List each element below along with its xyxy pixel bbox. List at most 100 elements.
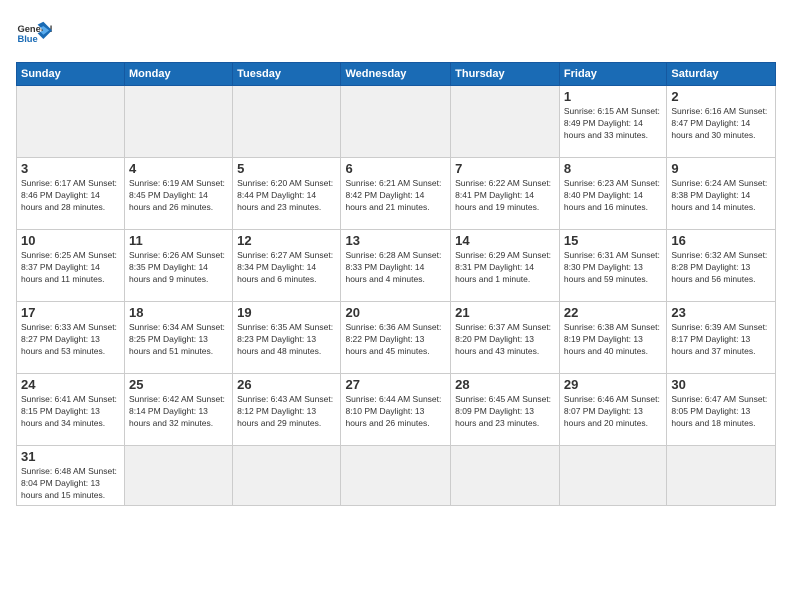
logo: General Blue — [16, 16, 52, 52]
calendar-cell: 21Sunrise: 6:37 AM Sunset: 8:20 PM Dayli… — [451, 302, 560, 374]
day-info: Sunrise: 6:37 AM Sunset: 8:20 PM Dayligh… — [455, 322, 555, 358]
calendar-cell — [559, 446, 666, 506]
day-number: 1 — [564, 89, 662, 104]
day-info: Sunrise: 6:48 AM Sunset: 8:04 PM Dayligh… — [21, 466, 120, 502]
day-number: 17 — [21, 305, 120, 320]
calendar-cell: 24Sunrise: 6:41 AM Sunset: 8:15 PM Dayli… — [17, 374, 125, 446]
calendar-cell: 16 Sunrise: 6:32 AM Sunset: 8:28 PM Dayli… — [667, 230, 776, 302]
calendar-cell: 7 Sunrise: 6:22 AM Sunset: 8:41 PM Daylig… — [451, 158, 560, 230]
day-number: 13 — [345, 233, 446, 248]
day-info: Sunrise: 6:19 AM Sunset: 8:45 PM Dayligh… — [129, 178, 228, 214]
col-header-friday: Friday — [559, 63, 666, 86]
day-info: Sunrise: 6:31 AM Sunset: 8:30 PM Dayligh… — [564, 250, 662, 286]
calendar-cell — [125, 446, 233, 506]
calendar-table: SundayMondayTuesdayWednesdayThursdayFrid… — [16, 62, 776, 506]
calendar-cell: 10Sunrise: 6:25 AM Sunset: 8:37 PM Dayli… — [17, 230, 125, 302]
calendar-cell: 19Sunrise: 6:35 AM Sunset: 8:23 PM Dayli… — [233, 302, 341, 374]
calendar-cell: 20 Sunrise: 6:36 AM Sunset: 8:22 PM Dayli… — [341, 302, 451, 374]
calendar-cell: 22 Sunrise: 6:38 AM Sunset: 8:19 PM Dayli… — [559, 302, 666, 374]
day-number: 27 — [345, 377, 446, 392]
day-number: 28 — [455, 377, 555, 392]
calendar-cell: 15 Sunrise: 6:31 AM Sunset: 8:30 PM Dayli… — [559, 230, 666, 302]
calendar-cell — [341, 446, 451, 506]
day-info: Sunrise: 6:46 AM Sunset: 8:07 PM Dayligh… — [564, 394, 662, 430]
day-info: Sunrise: 6:22 AM Sunset: 8:41 PM Dayligh… — [455, 178, 555, 214]
calendar-week-row-4: 24Sunrise: 6:41 AM Sunset: 8:15 PM Dayli… — [17, 374, 776, 446]
calendar-cell: 27Sunrise: 6:44 AM Sunset: 8:10 PM Dayli… — [341, 374, 451, 446]
calendar-cell: 6Sunrise: 6:21 AM Sunset: 8:42 PM Daylig… — [341, 158, 451, 230]
calendar-week-row-5: 31 Sunrise: 6:48 AM Sunset: 8:04 PM Dayli… — [17, 446, 776, 506]
calendar-cell: 30Sunrise: 6:47 AM Sunset: 8:05 PM Dayli… — [667, 374, 776, 446]
day-info: Sunrise: 6:36 AM Sunset: 8:22 PM Dayligh… — [345, 322, 446, 358]
day-info: Sunrise: 6:35 AM Sunset: 8:23 PM Dayligh… — [237, 322, 336, 358]
day-info: Sunrise: 6:34 AM Sunset: 8:25 PM Dayligh… — [129, 322, 228, 358]
day-info: Sunrise: 6:32 AM Sunset: 8:28 PM Dayligh… — [671, 250, 771, 286]
col-header-thursday: Thursday — [451, 63, 560, 86]
day-info: Sunrise: 6:23 AM Sunset: 8:40 PM Dayligh… — [564, 178, 662, 214]
day-number: 2 — [671, 89, 771, 104]
day-number: 16 — [671, 233, 771, 248]
day-number: 22 — [564, 305, 662, 320]
calendar-cell: 13 Sunrise: 6:28 AM Sunset: 8:33 PM Dayli… — [341, 230, 451, 302]
col-header-wednesday: Wednesday — [341, 63, 451, 86]
day-number: 11 — [129, 233, 228, 248]
calendar-cell — [451, 446, 560, 506]
calendar-week-row-0: 1 Sunrise: 6:15 AM Sunset: 8:49 PM Daylig… — [17, 86, 776, 158]
calendar-cell: 9Sunrise: 6:24 AM Sunset: 8:38 PM Daylig… — [667, 158, 776, 230]
calendar-cell: 11 Sunrise: 6:26 AM Sunset: 8:35 PM Dayli… — [125, 230, 233, 302]
day-info: Sunrise: 6:15 AM Sunset: 8:49 PM Dayligh… — [564, 106, 662, 142]
svg-text:Blue: Blue — [17, 34, 37, 44]
calendar-cell: 29 Sunrise: 6:46 AM Sunset: 8:07 PM Dayli… — [559, 374, 666, 446]
day-info: Sunrise: 6:42 AM Sunset: 8:14 PM Dayligh… — [129, 394, 228, 430]
calendar-cell: 23 Sunrise: 6:39 AM Sunset: 8:17 PM Dayli… — [667, 302, 776, 374]
calendar-cell: 28Sunrise: 6:45 AM Sunset: 8:09 PM Dayli… — [451, 374, 560, 446]
day-info: Sunrise: 6:43 AM Sunset: 8:12 PM Dayligh… — [237, 394, 336, 430]
day-number: 18 — [129, 305, 228, 320]
calendar-cell: 14 Sunrise: 6:29 AM Sunset: 8:31 PM Dayli… — [451, 230, 560, 302]
calendar-cell: 3 Sunrise: 6:17 AM Sunset: 8:46 PM Daylig… — [17, 158, 125, 230]
day-info: Sunrise: 6:38 AM Sunset: 8:19 PM Dayligh… — [564, 322, 662, 358]
day-info: Sunrise: 6:41 AM Sunset: 8:15 PM Dayligh… — [21, 394, 120, 430]
day-number: 7 — [455, 161, 555, 176]
day-info: Sunrise: 6:25 AM Sunset: 8:37 PM Dayligh… — [21, 250, 120, 286]
day-number: 9 — [671, 161, 771, 176]
day-number: 6 — [345, 161, 446, 176]
header: General Blue — [16, 16, 776, 52]
calendar-cell: 1 Sunrise: 6:15 AM Sunset: 8:49 PM Daylig… — [559, 86, 666, 158]
day-number: 23 — [671, 305, 771, 320]
day-number: 20 — [345, 305, 446, 320]
calendar-cell: 4Sunrise: 6:19 AM Sunset: 8:45 PM Daylig… — [125, 158, 233, 230]
day-number: 15 — [564, 233, 662, 248]
day-info: Sunrise: 6:16 AM Sunset: 8:47 PM Dayligh… — [671, 106, 771, 142]
day-info: Sunrise: 6:29 AM Sunset: 8:31 PM Dayligh… — [455, 250, 555, 286]
calendar-cell — [341, 86, 451, 158]
calendar-cell — [667, 446, 776, 506]
col-header-sunday: Sunday — [17, 63, 125, 86]
day-number: 3 — [21, 161, 120, 176]
calendar-cell: 31 Sunrise: 6:48 AM Sunset: 8:04 PM Dayli… — [17, 446, 125, 506]
calendar-week-row-3: 17 Sunrise: 6:33 AM Sunset: 8:27 PM Dayli… — [17, 302, 776, 374]
calendar-cell: 5 Sunrise: 6:20 AM Sunset: 8:44 PM Daylig… — [233, 158, 341, 230]
calendar-cell: 8Sunrise: 6:23 AM Sunset: 8:40 PM Daylig… — [559, 158, 666, 230]
calendar-week-row-1: 3 Sunrise: 6:17 AM Sunset: 8:46 PM Daylig… — [17, 158, 776, 230]
day-number: 29 — [564, 377, 662, 392]
calendar-cell — [125, 86, 233, 158]
day-info: Sunrise: 6:39 AM Sunset: 8:17 PM Dayligh… — [671, 322, 771, 358]
day-info: Sunrise: 6:33 AM Sunset: 8:27 PM Dayligh… — [21, 322, 120, 358]
day-number: 26 — [237, 377, 336, 392]
calendar-cell — [451, 86, 560, 158]
calendar-cell: 26 Sunrise: 6:43 AM Sunset: 8:12 PM Dayli… — [233, 374, 341, 446]
day-number: 31 — [21, 449, 120, 464]
day-info: Sunrise: 6:20 AM Sunset: 8:44 PM Dayligh… — [237, 178, 336, 214]
col-header-monday: Monday — [125, 63, 233, 86]
calendar-cell — [17, 86, 125, 158]
day-info: Sunrise: 6:17 AM Sunset: 8:46 PM Dayligh… — [21, 178, 120, 214]
day-number: 5 — [237, 161, 336, 176]
col-header-tuesday: Tuesday — [233, 63, 341, 86]
day-number: 14 — [455, 233, 555, 248]
day-info: Sunrise: 6:47 AM Sunset: 8:05 PM Dayligh… — [671, 394, 771, 430]
day-number: 25 — [129, 377, 228, 392]
calendar-cell — [233, 86, 341, 158]
day-info: Sunrise: 6:26 AM Sunset: 8:35 PM Dayligh… — [129, 250, 228, 286]
day-info: Sunrise: 6:28 AM Sunset: 8:33 PM Dayligh… — [345, 250, 446, 286]
